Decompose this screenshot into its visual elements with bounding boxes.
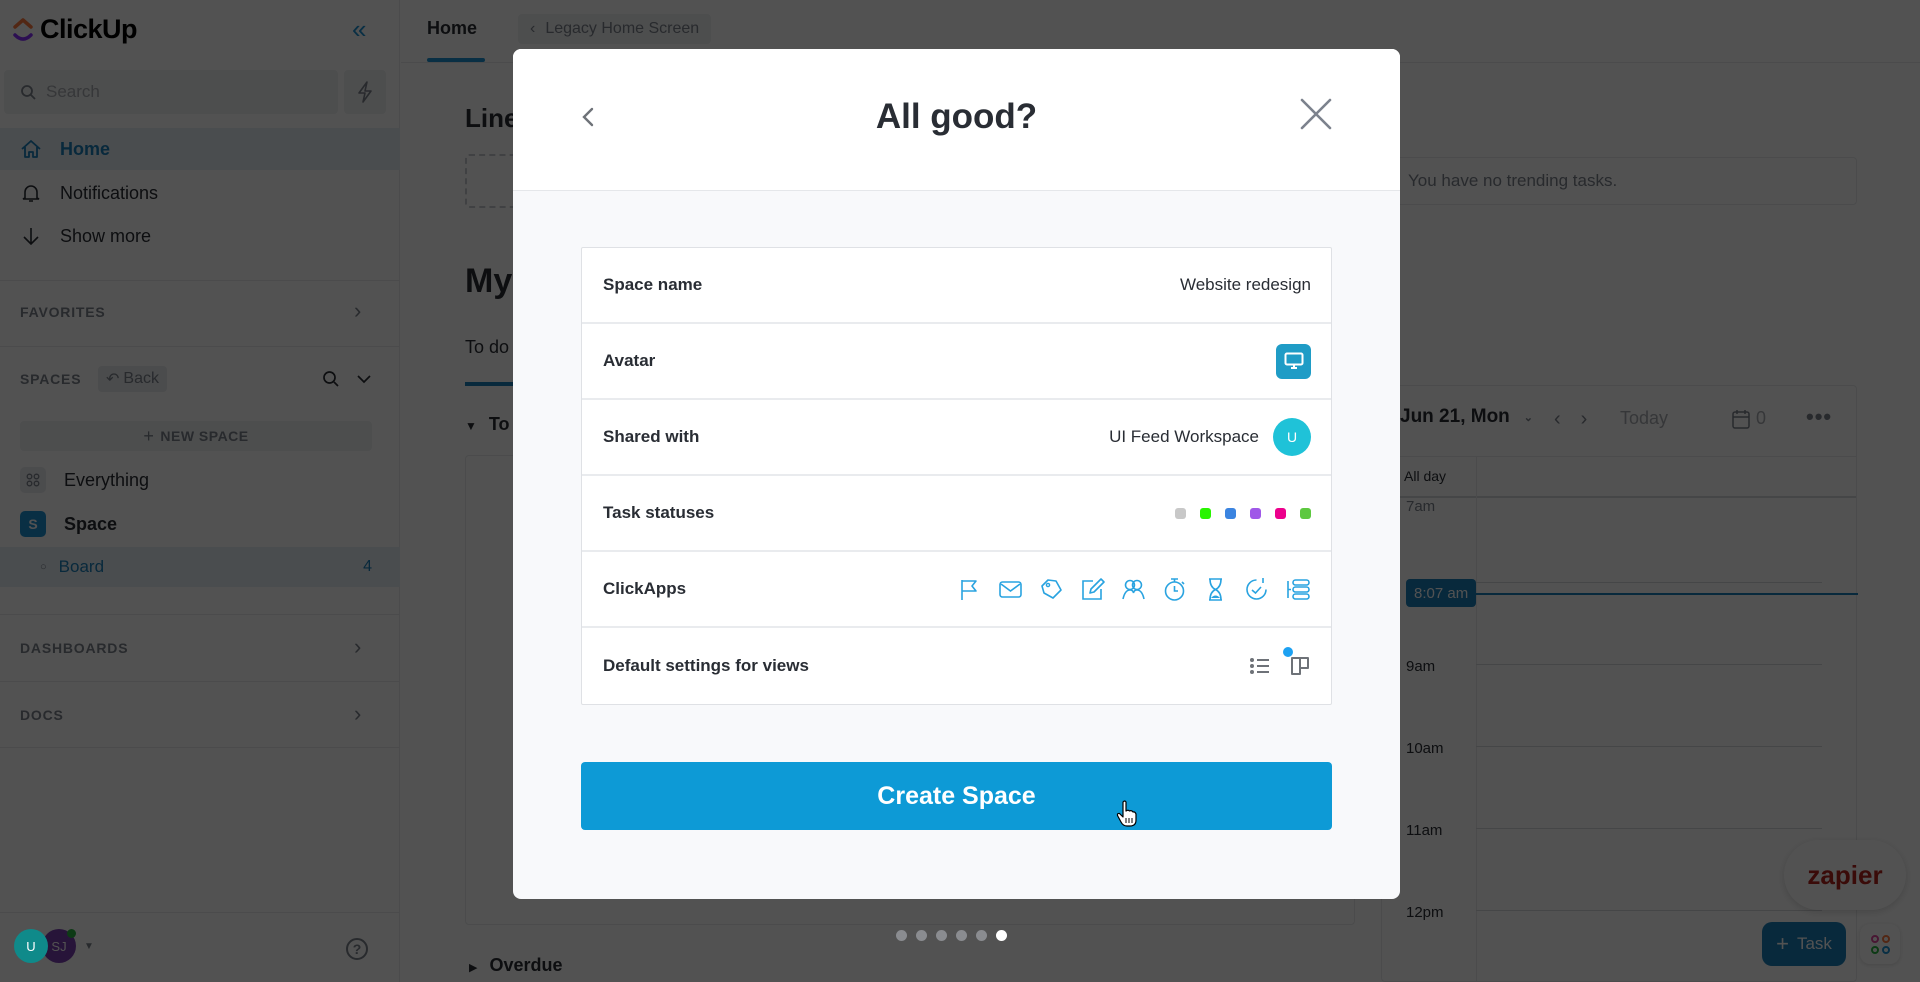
status-color-swatch (1300, 507, 1311, 519)
tag-icon (1041, 578, 1062, 599)
summary-row-default-views[interactable]: Default settings for views (582, 628, 1331, 704)
step-dot[interactable] (936, 930, 947, 941)
create-space-button[interactable]: Create Space (581, 762, 1332, 830)
hourglass-icon (1209, 577, 1222, 601)
status-color-list (1175, 507, 1311, 519)
close-icon[interactable] (1299, 97, 1333, 131)
space-summary-table: Space name Website redesign Avatar Share… (581, 247, 1332, 705)
status-color-swatch (1200, 507, 1211, 519)
step-dot[interactable] (976, 930, 987, 941)
row-label: Space name (603, 275, 703, 294)
step-dot[interactable] (956, 930, 967, 941)
workspace-name: UI Feed Workspace (1109, 427, 1259, 446)
status-color-swatch (1250, 507, 1261, 519)
hand-cursor-icon (1116, 800, 1137, 827)
step-pagination (896, 930, 1007, 941)
step-dot[interactable] (996, 930, 1007, 941)
modal-title: All good? (875, 97, 1038, 136)
space-name-value: Website redesign (1179, 275, 1311, 294)
list-view-icon (1250, 658, 1269, 674)
mail-icon (999, 580, 1022, 598)
summary-row-avatar[interactable]: Avatar (582, 324, 1331, 400)
status-color-swatch (1175, 507, 1186, 519)
step-dot[interactable] (916, 930, 927, 941)
summary-row-space-name[interactable]: Space name Website redesign (582, 248, 1331, 324)
board-view-icon (1291, 657, 1309, 675)
stopwatch-icon (1164, 577, 1185, 601)
step-dot[interactable] (896, 930, 907, 941)
check-circle-icon (1246, 577, 1267, 600)
workspace-avatar: U (1273, 418, 1311, 456)
row-label: Avatar (603, 351, 656, 370)
row-label: Default settings for views (603, 656, 809, 675)
status-color-swatch (1225, 507, 1236, 519)
list-icon (1287, 578, 1310, 600)
summary-row-task-statuses[interactable]: Task statuses (582, 476, 1331, 552)
selected-indicator-dot (1283, 647, 1293, 657)
edit-icon (1082, 577, 1105, 600)
people-icon (1122, 579, 1145, 599)
monitor-icon (1284, 352, 1303, 369)
row-label: Shared with (603, 427, 700, 446)
modal-header: All good? (513, 49, 1400, 191)
row-label: ClickApps (603, 579, 687, 598)
summary-row-clickapps[interactable]: ClickApps (582, 552, 1331, 628)
avatar: U (14, 929, 48, 963)
summary-row-shared-with[interactable]: Shared with UI Feed Workspace U (582, 400, 1331, 476)
flag-icon (961, 579, 977, 600)
clickapps-icon-list (956, 576, 1311, 603)
create-space-modal: All good? Space name Website redesign Av… (513, 49, 1400, 899)
status-color-swatch (1275, 507, 1286, 519)
row-label: Task statuses (603, 503, 715, 522)
default-views-icons (1249, 647, 1311, 677)
space-avatar-tile (1276, 343, 1311, 379)
